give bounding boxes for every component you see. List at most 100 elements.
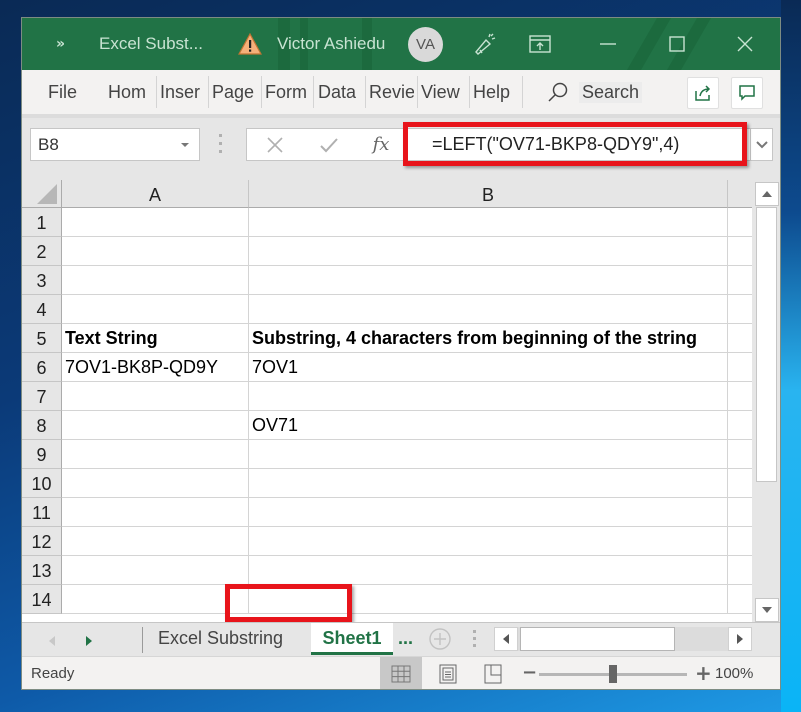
- vertical-scrollbar[interactable]: [753, 180, 780, 622]
- cell-a1[interactable]: [62, 208, 249, 237]
- cell-c13[interactable]: [728, 556, 752, 585]
- minimize-icon[interactable]: [595, 31, 621, 57]
- next-sheet-button[interactable]: [85, 632, 93, 651]
- cell-c14[interactable]: [728, 585, 752, 614]
- cell-a8[interactable]: [62, 411, 249, 440]
- tab-page-layout[interactable]: Page: [212, 70, 254, 114]
- column-header-a[interactable]: A: [62, 180, 249, 208]
- tab-help[interactable]: Help: [473, 70, 510, 114]
- cell-a14[interactable]: [62, 585, 249, 614]
- row-header-7[interactable]: 7: [22, 382, 62, 411]
- scroll-left-button[interactable]: [494, 627, 518, 651]
- zoom-out-button[interactable]: −: [522, 664, 537, 682]
- horizontal-scrollbar[interactable]: [494, 627, 752, 651]
- row-header-11[interactable]: 11: [22, 498, 62, 527]
- cell-c2[interactable]: [728, 237, 752, 266]
- row-header-5[interactable]: 5: [22, 324, 62, 353]
- cell-c5[interactable]: [728, 324, 752, 353]
- cell-c9[interactable]: [728, 440, 752, 469]
- page-layout-view-button[interactable]: [427, 657, 469, 689]
- megaphone-icon[interactable]: [472, 31, 498, 57]
- cell-b4[interactable]: [249, 295, 728, 324]
- row-header-1[interactable]: 1: [22, 208, 62, 237]
- zoom-level[interactable]: 100%: [715, 657, 753, 689]
- tab-review[interactable]: Revie: [369, 70, 414, 114]
- warning-icon[interactable]: [237, 31, 263, 57]
- expand-formula-bar-button[interactable]: [750, 128, 773, 161]
- cell-b5[interactable]: Substring, 4 characters from beginning o…: [249, 324, 728, 353]
- cell-b10[interactable]: [249, 469, 728, 498]
- new-sheet-button[interactable]: [429, 628, 451, 654]
- cell-b6[interactable]: 7OV1: [249, 353, 728, 382]
- row-header-8[interactable]: 8: [22, 411, 62, 440]
- cell-b9[interactable]: [249, 440, 728, 469]
- cell-a4[interactable]: [62, 295, 249, 324]
- cell-b3[interactable]: [249, 266, 728, 295]
- scroll-up-button[interactable]: [755, 182, 779, 206]
- tab-data[interactable]: Data: [318, 70, 356, 114]
- cell-a11[interactable]: [62, 498, 249, 527]
- cell-a5[interactable]: Text String: [62, 324, 249, 353]
- tab-file[interactable]: File: [48, 70, 77, 114]
- search-button[interactable]: Search: [547, 70, 643, 114]
- enter-button[interactable]: [309, 129, 349, 160]
- maximize-icon[interactable]: [664, 31, 690, 57]
- tab-formulas[interactable]: Form: [265, 70, 309, 114]
- sheet-tab-sheet1[interactable]: Sheet1: [311, 623, 393, 655]
- more-sheets-button[interactable]: ...: [398, 623, 413, 653]
- cell-a12[interactable]: [62, 527, 249, 556]
- cell-c1[interactable]: [728, 208, 752, 237]
- chevron-down-icon[interactable]: [181, 143, 189, 147]
- column-header-c[interactable]: [728, 180, 752, 208]
- sheet-tab-excel-substring[interactable]: Excel Substring: [158, 623, 283, 653]
- vertical-scroll-thumb[interactable]: [756, 207, 777, 482]
- ribbon-display-options-icon[interactable]: [527, 31, 553, 57]
- cancel-button[interactable]: [255, 129, 295, 160]
- cell-b1[interactable]: [249, 208, 728, 237]
- cell-c6[interactable]: [728, 353, 752, 382]
- comments-button[interactable]: [731, 77, 763, 109]
- cell-b2[interactable]: [249, 237, 728, 266]
- column-header-b[interactable]: B: [249, 180, 728, 208]
- row-header-2[interactable]: 2: [22, 237, 62, 266]
- cell-c8[interactable]: [728, 411, 752, 440]
- row-header-3[interactable]: 3: [22, 266, 62, 295]
- row-header-9[interactable]: 9: [22, 440, 62, 469]
- cell-c11[interactable]: [728, 498, 752, 527]
- scroll-down-button[interactable]: [755, 598, 779, 622]
- tab-home[interactable]: Hom: [108, 70, 146, 114]
- scroll-right-button[interactable]: [728, 627, 752, 651]
- cell-a7[interactable]: [62, 382, 249, 411]
- horizontal-scroll-thumb[interactable]: [520, 627, 675, 651]
- prev-sheet-button[interactable]: [48, 632, 56, 651]
- cell-c3[interactable]: [728, 266, 752, 295]
- row-header-6[interactable]: 6: [22, 353, 62, 382]
- row-header-4[interactable]: 4: [22, 295, 62, 324]
- cell-a13[interactable]: [62, 556, 249, 585]
- cell-c7[interactable]: [728, 382, 752, 411]
- row-header-14[interactable]: 14: [22, 585, 62, 614]
- select-all-button[interactable]: [22, 180, 62, 208]
- tab-insert[interactable]: Inser: [160, 70, 200, 114]
- cell-a2[interactable]: [62, 237, 249, 266]
- cell-a9[interactable]: [62, 440, 249, 469]
- row-header-10[interactable]: 10: [22, 469, 62, 498]
- avatar[interactable]: VA: [408, 27, 443, 62]
- insert-function-button[interactable]: fx: [361, 129, 401, 160]
- close-icon[interactable]: [732, 31, 758, 57]
- ribbon-toggle-button[interactable]: »: [56, 18, 65, 70]
- row-header-12[interactable]: 12: [22, 527, 62, 556]
- page-break-view-button[interactable]: [472, 657, 514, 689]
- cell-c10[interactable]: [728, 469, 752, 498]
- formula-bar-resize-handle[interactable]: [219, 134, 222, 156]
- zoom-in-button[interactable]: +: [695, 663, 712, 683]
- cell-b12[interactable]: [249, 527, 728, 556]
- tab-split-handle[interactable]: [473, 630, 476, 647]
- cell-a6[interactable]: 7OV1-BK8P-QD9Y: [62, 353, 249, 382]
- zoom-slider-thumb[interactable]: [609, 665, 617, 683]
- share-button[interactable]: [687, 77, 719, 109]
- row-header-13[interactable]: 13: [22, 556, 62, 585]
- name-box[interactable]: B8: [30, 128, 200, 161]
- cell-c4[interactable]: [728, 295, 752, 324]
- tab-view[interactable]: View: [421, 70, 460, 114]
